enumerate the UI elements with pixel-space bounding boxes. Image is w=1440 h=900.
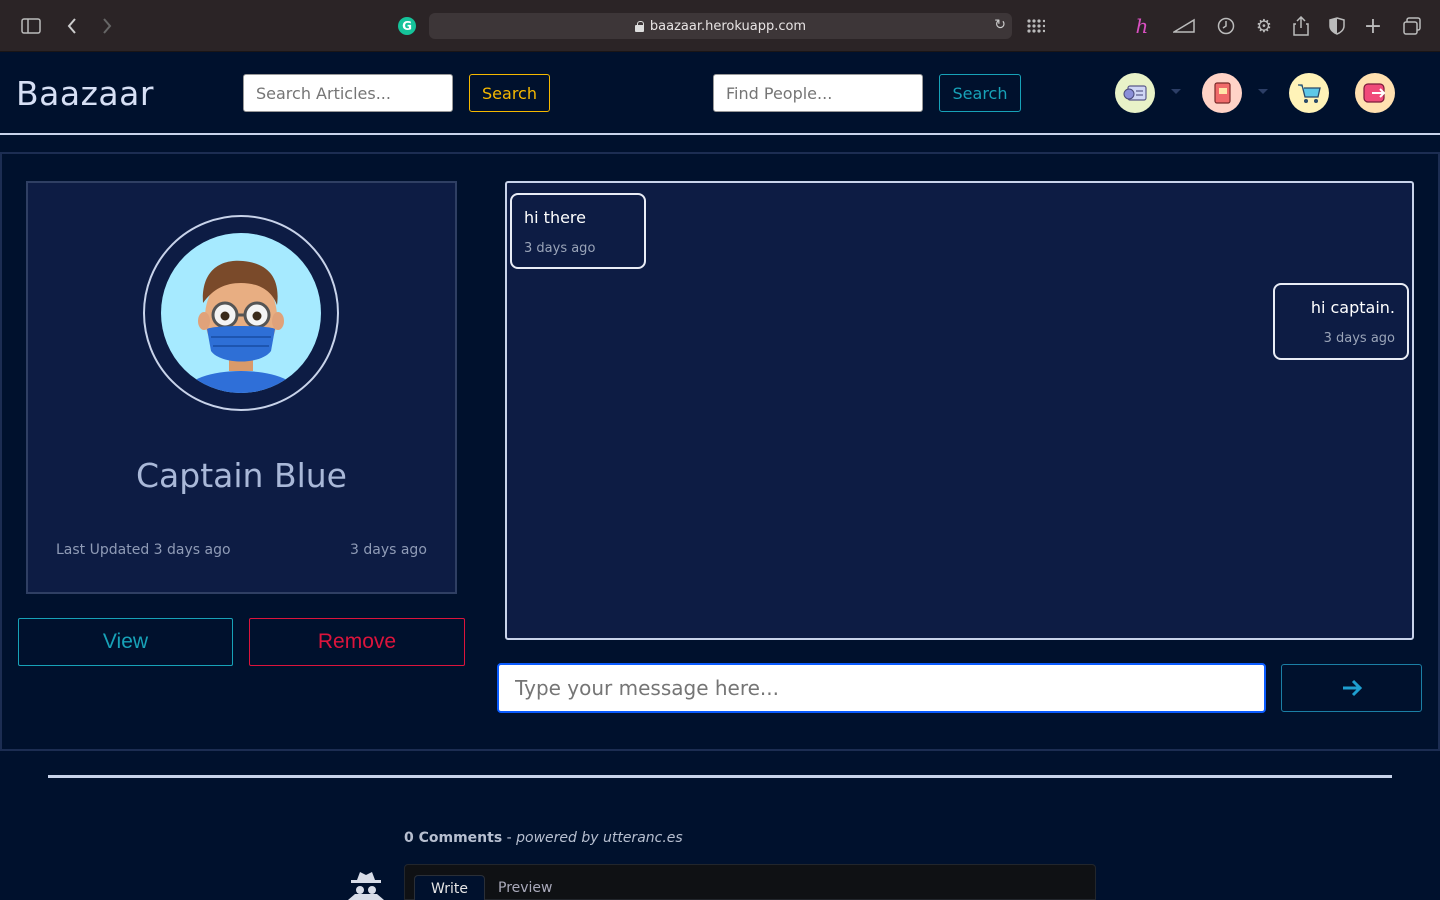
dashboard-icon[interactable] [1115, 73, 1155, 113]
search-articles-button[interactable]: Search [469, 74, 550, 112]
url-text: baazaar.herokuapp.com [649, 18, 807, 34]
anonymous-user-avatar [345, 870, 387, 900]
tabs-overview-icon[interactable] [1402, 14, 1422, 38]
grammarly-icon[interactable]: G [396, 14, 418, 38]
comment-editor: Write Preview [404, 864, 1096, 900]
lock-icon [634, 20, 644, 32]
notebook-icon[interactable] [1202, 73, 1242, 113]
powered-by-text[interactable]: powered by utteranc.es [516, 830, 683, 846]
send-button[interactable] [1281, 664, 1422, 712]
arrow-right-icon [1342, 679, 1362, 697]
back-icon[interactable] [64, 14, 80, 38]
search-articles-input[interactable] [243, 74, 453, 112]
last-updated-text: Last Updated 3 days ago [56, 542, 231, 558]
comments-header: 0 Comments - powered by utteranc.es [404, 830, 683, 846]
settings-gear-icon[interactable]: ⚙ [1254, 14, 1274, 38]
tab-write[interactable]: Write [414, 875, 485, 900]
shield-icon[interactable] [1328, 14, 1346, 38]
ruler-extension-icon[interactable] [1172, 14, 1196, 38]
honey-extension-icon[interactable]: h [1132, 14, 1152, 38]
app-navbar: Baazaar Search Search [0, 52, 1440, 135]
message-bubble-outgoing: hi captain. 3 days ago [1273, 283, 1409, 360]
profile-name: Captain Blue [136, 456, 347, 495]
avatar [161, 233, 321, 393]
created-time-text: 3 days ago [350, 542, 427, 558]
tab-preview[interactable]: Preview [482, 875, 569, 900]
reload-icon[interactable]: ↻ [994, 17, 1006, 33]
brand-logo[interactable]: Baazaar [16, 74, 154, 113]
section-divider [48, 775, 1392, 778]
comments-count[interactable]: 0 Comments [404, 830, 502, 846]
message-text: hi there [524, 208, 586, 227]
comments-separator: - [502, 830, 517, 846]
find-people-input[interactable] [713, 74, 923, 112]
message-input[interactable] [497, 663, 1266, 713]
message-text: hi captain. [1310, 298, 1395, 317]
forward-icon[interactable] [99, 14, 115, 38]
new-tab-icon[interactable]: + [1364, 14, 1382, 39]
browser-toolbar: G baazaar.herokuapp.com ↻ h ⚙ + [0, 0, 1440, 52]
sidebar-toggle-icon[interactable] [20, 14, 42, 38]
cart-icon[interactable] [1289, 73, 1329, 113]
grid-icon[interactable] [1026, 14, 1046, 38]
message-bubble-incoming: hi there 3 days ago [510, 193, 646, 269]
message-time: 3 days ago [524, 241, 596, 256]
address-bar[interactable]: baazaar.herokuapp.com ↻ [429, 13, 1012, 39]
dashboard-dropdown-caret[interactable] [1171, 89, 1181, 94]
logout-icon[interactable] [1355, 73, 1395, 113]
share-icon[interactable] [1292, 14, 1310, 38]
history-icon[interactable] [1216, 14, 1236, 38]
svg-text:G: G [402, 19, 412, 33]
message-time: 3 days ago [1323, 331, 1395, 346]
notebook-dropdown-caret[interactable] [1258, 89, 1268, 94]
remove-button[interactable]: Remove [249, 618, 465, 666]
view-button[interactable]: View [18, 618, 233, 666]
find-people-button[interactable]: Search [939, 74, 1021, 112]
